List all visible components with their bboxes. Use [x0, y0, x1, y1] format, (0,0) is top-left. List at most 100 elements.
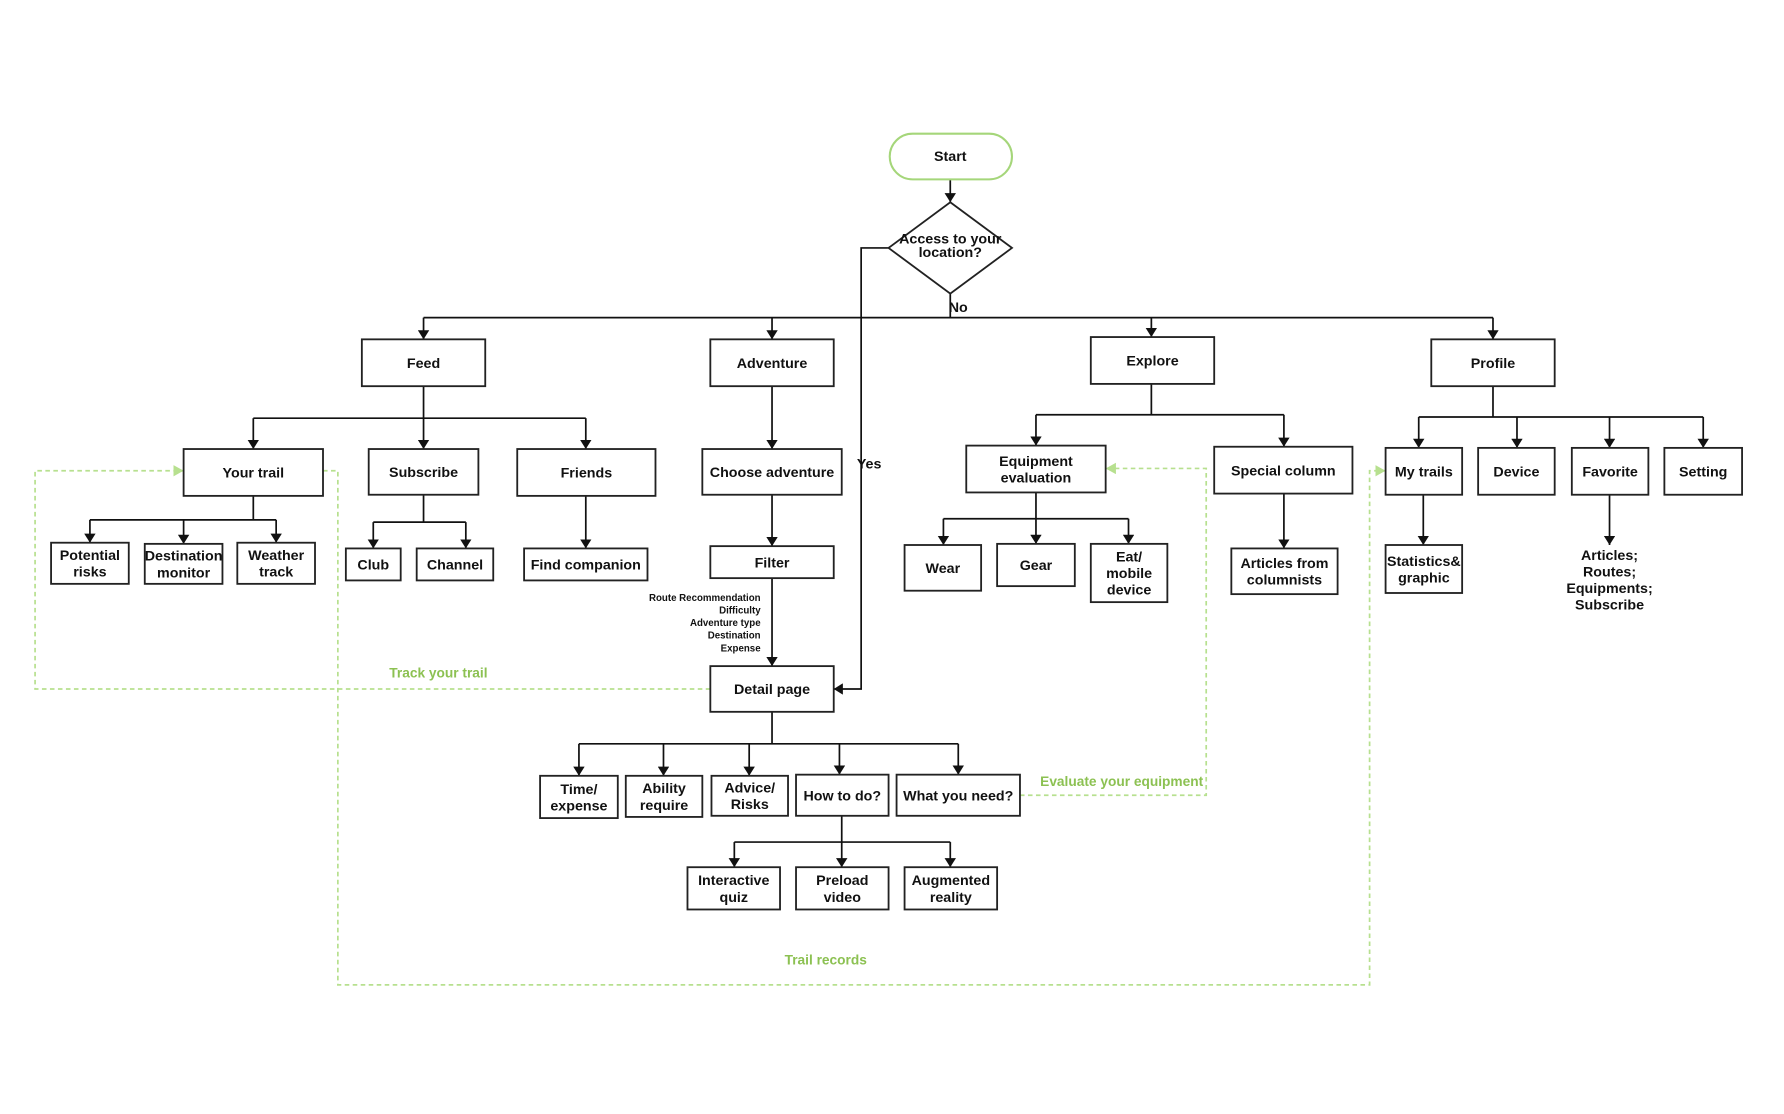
filter-criterion: Expense: [721, 643, 762, 654]
node-label: Filter: [755, 555, 790, 571]
node-label: Preload: [816, 873, 868, 889]
node-label: Channel: [427, 558, 483, 574]
node-explore: Explore: [1089, 336, 1216, 385]
node-label: Find companion: [531, 558, 641, 574]
node-label: Friends: [561, 466, 613, 482]
node-label: Club: [357, 558, 389, 574]
favorite-content: Equipments;: [1566, 581, 1652, 597]
node-profile: Profile: [1430, 338, 1556, 388]
node-label: risks: [73, 565, 106, 581]
node-your-trail: Your trail: [182, 448, 324, 497]
node-ability-require: Abilityrequire: [624, 774, 704, 818]
node-articles-from-columnists: Articles fromcolumnists: [1230, 547, 1339, 596]
favorite-content: Subscribe: [1575, 598, 1644, 614]
node-what-you-need: What you need?: [895, 773, 1021, 817]
node-potential-risks: Potentialrisks: [50, 541, 130, 585]
node-gear: Gear: [996, 542, 1076, 588]
node-find-companion: Find companion: [523, 547, 649, 582]
connector-arrow: [1418, 386, 1704, 418]
node-label: Articles from: [1240, 556, 1328, 572]
evaluate-equipment-flow: [1019, 462, 1208, 797]
node-favorite: Favorite: [1570, 446, 1650, 496]
node-device: Device: [1477, 446, 1556, 496]
connector-arrow: [253, 386, 586, 420]
connector-arrow: [943, 492, 1129, 520]
node-label: Your trail: [223, 466, 285, 482]
app-flowchart: Track your trail Trail records Evaluate yo…: [34, 132, 1743, 986]
node-label: Feed: [407, 356, 440, 372]
node-label: columnists: [1247, 573, 1322, 589]
flowchart-canvas: Track your trail Trail records Evaluate yo…: [0, 0, 1784, 1114]
node-label: Wear: [926, 561, 961, 577]
node-special-column: Special column: [1213, 445, 1354, 495]
node-label: Statistics&: [1387, 554, 1461, 570]
node-my-trails: My trails: [1384, 446, 1464, 496]
node-interactive-quiz: Interactivequiz: [686, 866, 781, 911]
filter-criterion: Destination: [708, 631, 761, 642]
filter-criterion: Difficulty: [719, 606, 761, 617]
node-wear: Wear: [903, 544, 983, 592]
node-detail-page: Detail page: [709, 665, 835, 713]
node-label: Profile: [1471, 356, 1515, 372]
node-advice-risks: Advice/Risks: [710, 774, 789, 817]
node-label: Destination: [145, 549, 223, 565]
node-label: device: [1107, 583, 1151, 599]
no-label: No: [949, 300, 968, 316]
connector-arrow: [1035, 383, 1284, 416]
connector-arrow: [373, 494, 466, 524]
node-label: reality: [930, 890, 972, 906]
node-adventure: Adventure: [709, 338, 835, 388]
evaluate-equipment-label: Evaluate your equipment: [1040, 774, 1203, 789]
node-label: Device: [1493, 464, 1539, 480]
node-subscribe: Subscribe: [367, 448, 480, 496]
node-how-to-do: How to do?: [795, 773, 890, 817]
node-choose-adventure: Choose adventure: [701, 448, 843, 496]
connector-arrow: [89, 495, 277, 521]
node-label: Explore: [1126, 354, 1178, 370]
node-label: My trails: [1395, 464, 1453, 480]
node-label: Setting: [1679, 464, 1727, 480]
node-label: graphic: [1398, 570, 1450, 586]
node-label: Potential: [60, 548, 120, 564]
node-label: Gear: [1020, 558, 1053, 574]
node-augmented-reality: Augmentedreality: [903, 866, 999, 911]
node-label: Eat/: [1116, 550, 1142, 566]
node-label: Ability: [642, 781, 686, 797]
favorite-content: Articles;: [1581, 548, 1638, 564]
node-filter: Filter: [709, 545, 835, 580]
connector-arrow: [734, 815, 951, 843]
filter-criterion: Route Recommendation: [649, 593, 761, 604]
node-label: Augmented: [912, 873, 990, 889]
node-label: Detail page: [734, 682, 810, 698]
node-label: expense: [550, 798, 607, 814]
node-channel: Channel: [415, 547, 495, 582]
trail-records-label: Trail records: [785, 952, 868, 967]
node-label: video: [824, 890, 862, 906]
node-friends: Friends: [516, 448, 657, 497]
node-label: What you need?: [903, 788, 1013, 804]
node-label: Weather: [248, 548, 304, 564]
favorite-content: Routes;: [1583, 564, 1636, 580]
node-club: Club: [344, 547, 402, 582]
node-label: Advice/: [724, 781, 775, 797]
node-label: Time/: [560, 782, 597, 798]
node-feed: Feed: [360, 338, 487, 388]
node-weather-track: Weathertrack: [236, 541, 316, 585]
node-label: Subscribe: [389, 465, 458, 481]
node-label: require: [640, 798, 688, 814]
start-label: Start: [934, 149, 967, 165]
node-label: evaluation: [1001, 470, 1072, 486]
node-time-expense: Time/expense: [539, 774, 619, 819]
node-label: Risks: [731, 797, 769, 813]
node-statistics-graphic: Statistics&graphic: [1384, 544, 1464, 594]
yes-label: Yes: [857, 456, 882, 472]
node-label: monitor: [157, 565, 211, 581]
node-label: Favorite: [1582, 464, 1638, 480]
decision-label: location?: [919, 245, 982, 261]
node-label: Choose adventure: [710, 465, 835, 481]
track-your-trail-label: Track your trail: [389, 666, 487, 681]
connector-arrow: [578, 711, 959, 745]
node-equipment-evaluation: Equipmentevaluation: [965, 444, 1107, 494]
node-label: Special column: [1231, 463, 1336, 479]
node-label: Adventure: [737, 356, 808, 372]
